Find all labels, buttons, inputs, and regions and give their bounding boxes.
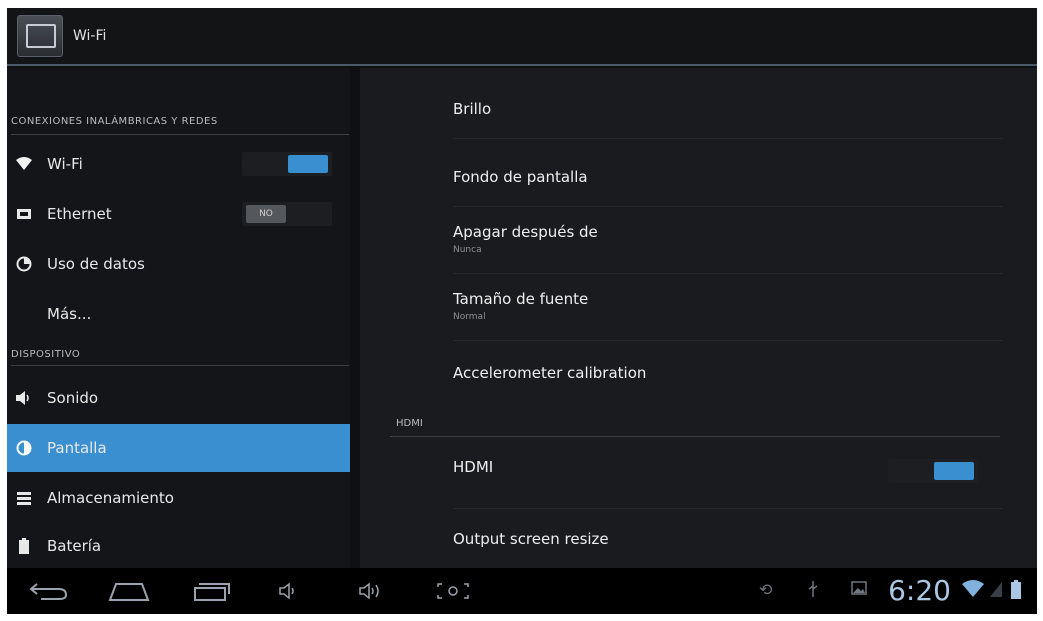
gallery-icon <box>851 580 867 600</box>
ethernet-toggle[interactable]: NO <box>242 202 332 226</box>
action-bar-divider <box>7 64 1037 66</box>
sidebar-item-data-usage[interactable]: Uso de datos <box>7 240 350 288</box>
row-divider <box>453 340 1003 341</box>
row-divider <box>453 206 1003 207</box>
setting-title: Brillo <box>453 100 492 118</box>
row-divider <box>453 138 1003 139</box>
sidebar-item-more[interactable]: Más... <box>7 290 350 338</box>
sidebar-item-label: Más... <box>47 305 92 323</box>
section-divider <box>11 365 349 366</box>
row-divider <box>453 508 1003 509</box>
sidebar-item-label: Ethernet <box>47 205 112 223</box>
section-header-output: HDMI <box>396 418 423 429</box>
section-header-wireless: CONEXIONES INALÁMBRICAS Y REDES <box>11 116 218 127</box>
setting-subtitle: Nunca <box>453 245 482 255</box>
settings-app-icon[interactable] <box>17 15 63 57</box>
wifi-icon <box>15 155 33 173</box>
data-usage-icon <box>15 255 33 273</box>
setting-hdmi[interactable]: HDMI <box>453 458 493 476</box>
sidebar-item-sound[interactable]: Sonido <box>7 374 350 422</box>
sidebar-item-wifi[interactable]: Wi-Fi <box>7 140 350 188</box>
sidebar-item-display[interactable]: Pantalla <box>7 424 350 472</box>
settings-category-list: CONEXIONES INALÁMBRICAS Y REDES Wi-Fi Et… <box>7 68 350 568</box>
sidebar-item-label: Sonido <box>47 389 99 407</box>
setting-title: HDMI <box>453 458 494 476</box>
back-icon[interactable] <box>25 576 73 606</box>
sidebar-item-label: Almacenamiento <box>47 489 174 507</box>
recent-apps-icon[interactable] <box>187 576 235 606</box>
speaker-icon <box>15 389 33 407</box>
sidebar-item-label: Pantalla <box>47 439 107 457</box>
wifi-signal-icon <box>961 580 985 602</box>
action-bar: Wi-Fi <box>7 8 1037 64</box>
battery-icon <box>15 537 33 555</box>
setting-sleep[interactable]: Apagar después de Nunca <box>453 223 598 255</box>
volume-down-icon[interactable] <box>273 576 303 606</box>
sidebar-item-battery[interactable]: Batería <box>7 522 350 570</box>
sidebar-item-label: Wi-Fi <box>47 155 83 173</box>
setting-output-screen-resize[interactable]: Output screen resize <box>453 530 609 548</box>
sidebar-item-label: Batería <box>47 537 102 555</box>
sidebar-item-ethernet[interactable]: Ethernet NO <box>7 190 350 238</box>
wifi-toggle[interactable] <box>242 152 332 176</box>
setting-title: Apagar después de <box>453 223 598 241</box>
screenshot-icon[interactable] <box>433 576 473 606</box>
setting-subtitle: Normal <box>453 312 486 322</box>
setting-wallpaper[interactable]: Fondo de pantalla <box>453 168 588 186</box>
battery-icon <box>1011 580 1021 604</box>
setting-font-size[interactable]: Tamaño de fuente Normal <box>453 290 588 322</box>
section-divider <box>11 134 349 135</box>
setting-accelerometer-calibration[interactable]: Accelerometer calibration <box>453 364 646 382</box>
storage-icon <box>15 489 33 507</box>
cellular-signal-icon <box>989 580 1003 602</box>
volume-up-icon[interactable] <box>353 576 389 606</box>
setting-title: Fondo de pantalla <box>453 168 588 186</box>
sidebar-item-storage[interactable]: Almacenamiento <box>7 474 350 522</box>
home-icon[interactable] <box>105 576 153 606</box>
usb-icon <box>807 580 819 602</box>
system-bar: ⟲ 6:20 <box>7 568 1037 614</box>
setting-title: Tamaño de fuente <box>453 290 589 308</box>
display-icon <box>15 439 33 457</box>
setting-brightness[interactable]: Brillo <box>453 100 491 118</box>
action-bar-title: Wi-Fi <box>73 28 107 44</box>
setting-title: Accelerometer calibration <box>453 364 647 382</box>
section-divider <box>390 436 1000 437</box>
ethernet-icon <box>15 205 33 223</box>
row-divider <box>453 273 1003 274</box>
hdmi-toggle[interactable] <box>888 459 978 483</box>
clock: 6:20 <box>888 574 951 607</box>
display-settings-panel: Brillo Fondo de pantalla Apagar después … <box>360 68 1037 568</box>
android-settings-screen: Wi-Fi CONEXIONES INALÁMBRICAS Y REDES Wi… <box>7 8 1037 614</box>
setting-title: Output screen resize <box>453 530 609 548</box>
sync-icon: ⟲ <box>759 580 773 599</box>
sidebar-item-label: Uso de datos <box>47 255 145 273</box>
section-header-device: DISPOSITIVO <box>11 349 81 360</box>
